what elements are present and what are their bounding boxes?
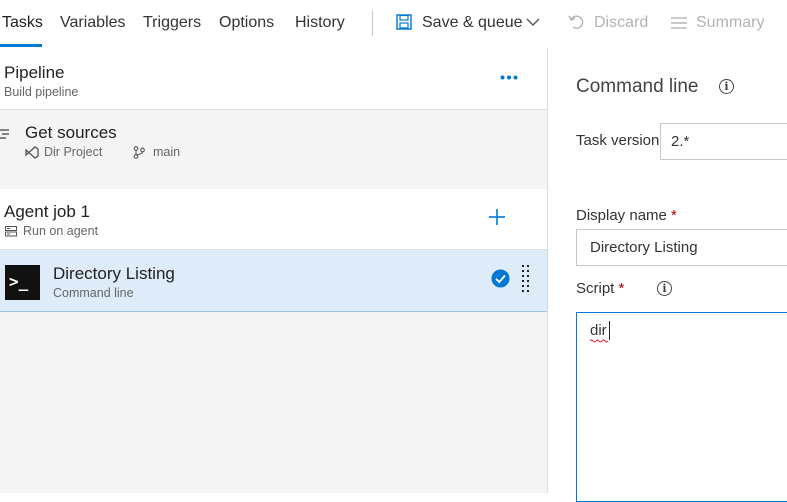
tab-options[interactable]: Options xyxy=(219,14,274,32)
pipeline-title: Pipeline xyxy=(4,63,65,82)
more-options-icon[interactable] xyxy=(500,75,518,80)
info-icon[interactable]: i xyxy=(719,79,734,94)
get-sources-row[interactable]: Get sources Dir Project main xyxy=(0,110,547,188)
task-version-label: Task version xyxy=(576,132,660,149)
display-name-input[interactable]: Directory Listing xyxy=(576,229,787,266)
task-version-value: 2.* xyxy=(671,133,690,150)
discard-button[interactable]: Discard xyxy=(594,14,648,32)
get-sources-title: Get sources xyxy=(25,123,117,142)
pipeline-subtitle: Build pipeline xyxy=(4,85,79,99)
toolbar: Tasks Variables Triggers Options History… xyxy=(0,0,787,48)
display-name-value: Directory Listing xyxy=(590,239,698,256)
tab-triggers[interactable]: Triggers xyxy=(143,14,201,32)
enabled-check-icon xyxy=(491,269,510,288)
required-marker: * xyxy=(671,207,677,224)
save-icon[interactable] xyxy=(396,14,412,30)
visual-studio-icon xyxy=(25,146,39,159)
undo-icon xyxy=(568,15,584,29)
tab-history[interactable]: History xyxy=(295,14,345,32)
command-line-icon: >_ xyxy=(5,265,40,300)
chevron-down-icon[interactable] xyxy=(526,17,540,27)
required-marker: * xyxy=(618,280,625,297)
drag-handle-icon[interactable] xyxy=(521,264,531,296)
pipeline-header[interactable]: Pipeline Build pipeline xyxy=(0,48,547,110)
script-value: dir xyxy=(590,322,607,339)
details-heading: Command line xyxy=(576,76,699,97)
server-icon xyxy=(5,226,17,237)
task-title: Directory Listing xyxy=(53,264,175,283)
agent-job-subtitle: Run on agent xyxy=(23,224,99,238)
save-and-queue-button[interactable]: Save & queue xyxy=(422,14,523,32)
task-list-pane: Pipeline Build pipeline Get sources Dir … xyxy=(0,48,547,493)
tab-tasks[interactable]: Tasks xyxy=(2,14,43,32)
active-tab-indicator xyxy=(0,44,42,47)
add-task-icon[interactable] xyxy=(488,208,506,226)
agent-job-title: Agent job 1 xyxy=(4,202,91,221)
get-sources-icon xyxy=(0,129,9,139)
agent-job-row[interactable]: Agent job 1 Run on agent xyxy=(0,189,547,250)
task-row-directory-listing[interactable]: >_ Directory Listing Command line xyxy=(0,250,547,312)
script-label: Script * xyxy=(576,280,625,297)
branch-icon xyxy=(133,146,145,159)
toolbar-separator xyxy=(372,10,373,36)
display-name-label: Display name * xyxy=(576,207,677,224)
task-version-select[interactable]: 2.* xyxy=(660,123,787,160)
get-sources-branch: main xyxy=(153,145,181,159)
task-details-pane: Command line i Task version 2.* Display … xyxy=(548,48,787,502)
script-info-icon[interactable]: i xyxy=(657,281,672,296)
tab-variables[interactable]: Variables xyxy=(60,14,126,32)
get-sources-repo: Dir Project xyxy=(44,145,103,159)
list-icon xyxy=(671,17,687,29)
script-textarea[interactable]: dir xyxy=(576,312,787,502)
task-subtitle: Command line xyxy=(53,286,134,300)
summary-button[interactable]: Summary xyxy=(696,14,764,32)
text-cursor xyxy=(609,321,610,340)
